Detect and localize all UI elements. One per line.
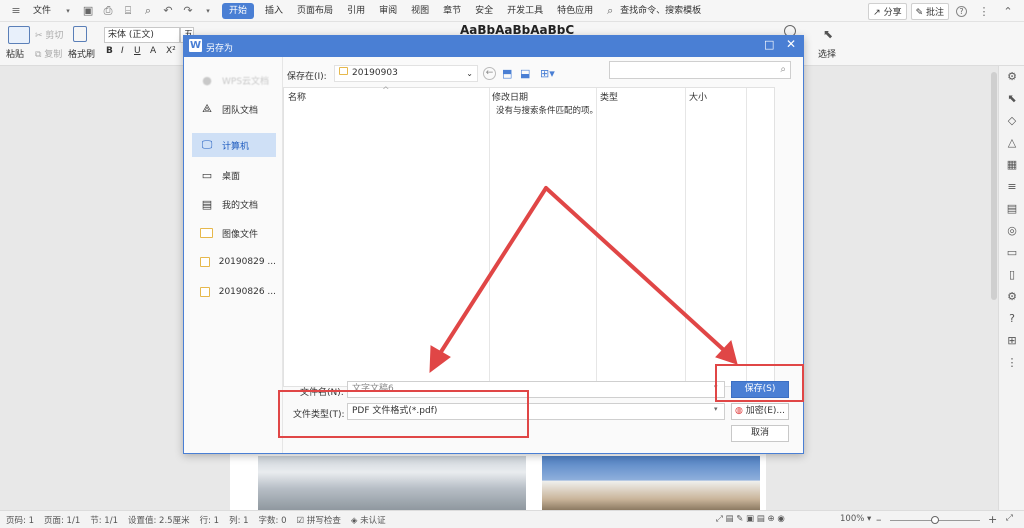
annotation-arrow-right [544,186,728,354]
annotation-arrows [429,186,738,374]
annotation-arrow-left [437,186,548,357]
